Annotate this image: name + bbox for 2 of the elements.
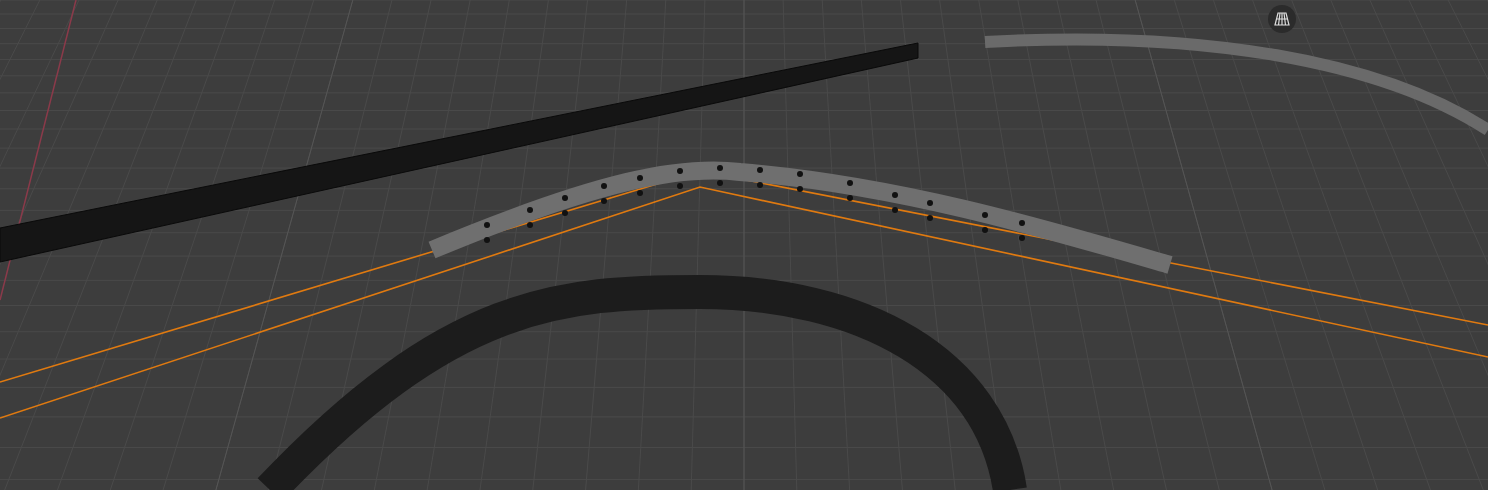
grid-icon bbox=[1274, 12, 1290, 26]
grid-toggle-button[interactable] bbox=[1268, 5, 1296, 33]
